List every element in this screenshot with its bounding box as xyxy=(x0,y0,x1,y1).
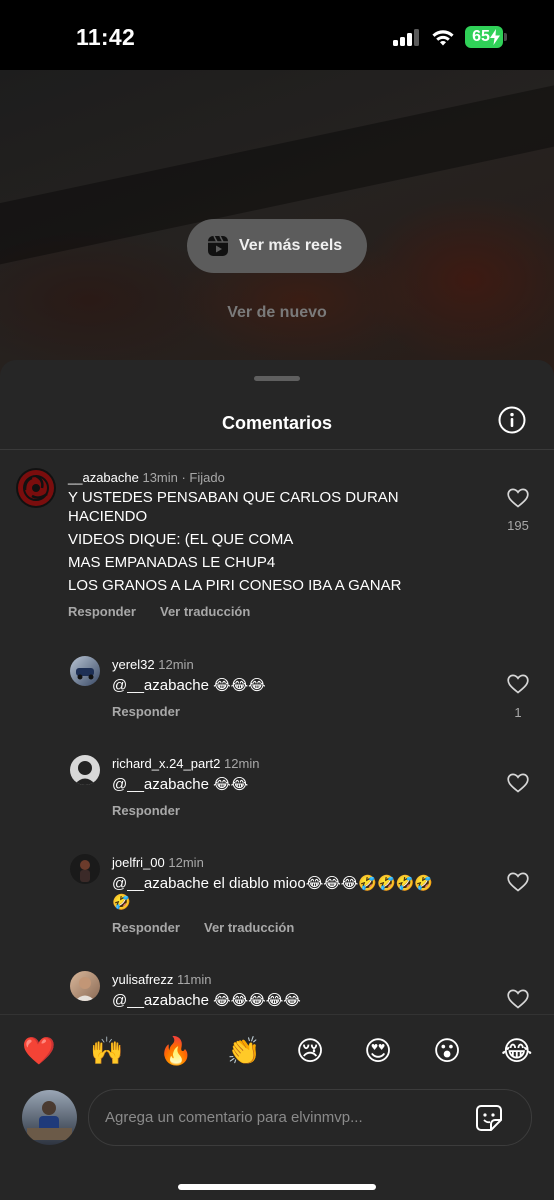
emoji-heart-button[interactable]: ❤️ xyxy=(22,1037,56,1067)
reply-button[interactable]: Responder xyxy=(68,604,136,619)
comment-time: 11min xyxy=(177,972,212,987)
charging-bolt-icon xyxy=(490,29,500,45)
reply-button[interactable]: Responder xyxy=(112,920,180,935)
avatar[interactable] xyxy=(70,656,100,686)
watch-again-link[interactable]: Ver de nuevo xyxy=(0,304,554,322)
reels-icon xyxy=(208,235,228,256)
battery-indicator: 65 xyxy=(465,26,503,48)
comment-meta: yerel32 12min xyxy=(112,657,194,672)
emoji-fire-button[interactable]: 🔥 xyxy=(159,1037,193,1067)
avatar[interactable] xyxy=(70,971,100,1001)
comment-meta: __azabache 13min · Fijado xyxy=(68,470,225,485)
current-user-avatar[interactable] xyxy=(22,1090,77,1145)
like-count: 1 xyxy=(514,705,522,720)
comment-text: 🤣 xyxy=(112,894,131,911)
emoji-clap-button[interactable]: 👏 xyxy=(227,1037,261,1067)
reply-button[interactable]: Responder xyxy=(112,803,180,818)
comment-text: @__azabache el diablo mioo😂😂😂🤣🤣🤣🤣 xyxy=(112,875,433,892)
comment-text: Y USTEDES PENSABAN QUE CARLOS DURAN xyxy=(68,489,399,506)
translate-button[interactable]: Ver traducción xyxy=(160,604,250,619)
wifi-icon xyxy=(432,30,454,46)
like-count: 195 xyxy=(507,518,529,533)
comment-time: 13min · Fijado xyxy=(142,470,225,485)
sheet-drag-handle[interactable] xyxy=(254,376,300,381)
status-bar: 11:42 65 xyxy=(0,0,554,70)
reel-video-background[interactable]: Ver más reels Ver de nuevo xyxy=(0,70,554,390)
emoji-surprised-button[interactable]: 😮 xyxy=(433,1037,461,1067)
more-reels-button[interactable]: Ver más reels xyxy=(187,219,367,273)
like-heart-icon[interactable] xyxy=(507,773,529,793)
avatar[interactable] xyxy=(70,854,100,884)
comment-meta: yulisafrezz 11min xyxy=(112,972,212,987)
comment-input[interactable]: Agrega un comentario para elvinmvp... xyxy=(88,1089,532,1146)
avatar[interactable] xyxy=(16,468,56,508)
reply-button[interactable]: Responder xyxy=(112,704,180,719)
comment-meta: richard_x.24_part2 12min xyxy=(112,756,259,771)
comment-time: 12min xyxy=(168,855,204,870)
battery-level: 65 xyxy=(472,28,490,45)
status-time: 11:42 xyxy=(76,24,136,50)
comment-text: MAS EMPANADAS LE CHUP4 xyxy=(68,554,276,571)
comment-text: @__azabache 😂😂 xyxy=(112,776,249,793)
comment-text: LOS GRANOS A LA PIRI CONESO IBA A GANAR xyxy=(68,577,402,594)
emoji-crying-button[interactable]: 😢 xyxy=(296,1037,324,1067)
comment-text: VIDEOS DIQUE: (EL QUE COMA xyxy=(68,531,294,548)
like-heart-icon[interactable] xyxy=(507,488,529,508)
comment-time: 12min xyxy=(224,756,260,771)
emoji-heart-eyes-button[interactable]: 😍 xyxy=(364,1037,392,1067)
comment-username[interactable]: __azabache xyxy=(68,470,139,485)
home-indicator[interactable] xyxy=(178,1184,376,1190)
comment-meta: joelfri_00 12min xyxy=(112,855,204,870)
info-icon[interactable] xyxy=(498,406,526,434)
comment-username[interactable]: yerel32 xyxy=(112,657,155,672)
comment-time: 12min xyxy=(158,657,194,672)
comment-text: @__azabache 😂😂😂 xyxy=(112,677,266,694)
comment-input-placeholder: Agrega un comentario para elvinmvp... xyxy=(105,1109,363,1126)
like-heart-icon[interactable] xyxy=(507,989,529,1009)
emoji-raised-hands-button[interactable]: 🙌 xyxy=(90,1037,124,1067)
comment-username[interactable]: richard_x.24_part2 xyxy=(112,756,220,771)
sheet-title: Comentarios xyxy=(221,413,333,433)
comment-username[interactable]: yulisafrezz xyxy=(112,972,173,987)
like-heart-icon[interactable] xyxy=(507,872,529,892)
translate-button[interactable]: Ver traducción xyxy=(204,920,294,935)
emoji-laughing-button[interactable]: 😂 xyxy=(501,1037,533,1067)
like-heart-icon[interactable] xyxy=(507,674,529,694)
battery-tip xyxy=(504,33,507,41)
comment-username[interactable]: joelfri_00 xyxy=(112,855,165,870)
cellular-signal-icon xyxy=(393,29,421,46)
sticker-icon[interactable] xyxy=(475,1104,503,1132)
comment-text: @__azabache 😂😂😂😂😂 xyxy=(112,992,301,1009)
more-reels-label: Ver más reels xyxy=(239,237,343,254)
emoji-reaction-bar: ❤️ 🙌 🔥 👏 😢 😍 😮 😂 xyxy=(0,1014,554,1084)
header-divider xyxy=(0,449,554,450)
comment-text: HACIENDO xyxy=(68,508,148,525)
avatar[interactable] xyxy=(70,755,100,785)
